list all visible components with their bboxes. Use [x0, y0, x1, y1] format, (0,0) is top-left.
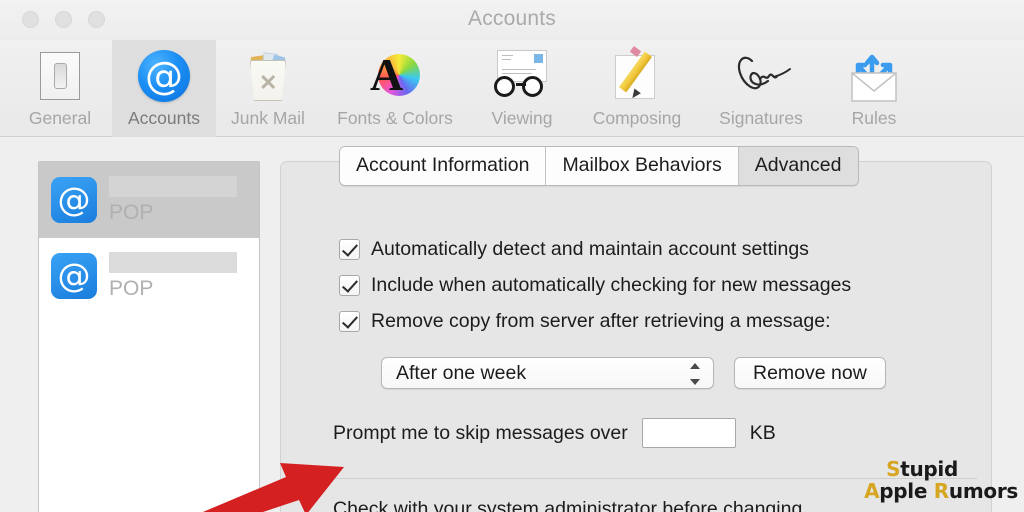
skip-messages-row: Prompt me to skip messages over KB — [333, 418, 776, 448]
watermark-line-1: Stupid — [864, 458, 1018, 480]
tab-account-information[interactable]: Account Information — [340, 147, 547, 185]
remove-copy-from-server-checkbox[interactable] — [339, 311, 360, 332]
toolbar-item-general[interactable]: General — [8, 40, 112, 137]
toolbar-label-signatures: Signatures — [719, 108, 803, 128]
skip-messages-label: Prompt me to skip messages over — [333, 421, 628, 444]
toolbar-item-junk-mail[interactable]: ✕ Junk Mail — [216, 40, 320, 137]
chevron-updown-icon — [689, 363, 701, 385]
remove-copy-from-server-row[interactable]: Remove copy from server after retrieving… — [339, 310, 851, 333]
watermark-rest-rumors: umors — [948, 479, 1018, 503]
preferences-toolbar: General @ Accounts ✕ Junk Mail A Fonts &… — [0, 40, 1024, 137]
watermark-cap-s: S — [886, 457, 901, 481]
account-name-redacted — [109, 251, 237, 273]
remove-copy-from-server-label: Remove copy from server after retrieving… — [371, 310, 831, 332]
account-name-redacted — [109, 175, 237, 197]
notepad-pencil-icon — [599, 45, 675, 107]
toolbar-label-accounts: Accounts — [128, 108, 200, 128]
toolbar-label-fonts-colors: Fonts & Colors — [337, 108, 453, 128]
toolbar-label-composing: Composing — [592, 108, 682, 128]
toolbar-item-rules[interactable]: Rules — [822, 40, 926, 137]
trash-can-icon: ✕ — [230, 45, 306, 107]
toolbar-label-rules: Rules — [851, 108, 897, 128]
window-titlebar: Accounts — [0, 0, 1024, 40]
toolbar-item-viewing[interactable]: Viewing — [470, 40, 574, 137]
account-row[interactable]: @ POP — [39, 162, 259, 238]
skip-messages-size-input[interactable] — [641, 418, 736, 448]
at-sign-icon: @ — [126, 45, 202, 107]
watermark-cap-a: A — [864, 479, 880, 503]
auto-detect-settings-label: Automatically detect and maintain accoun… — [371, 238, 809, 260]
watermark-rest-apple: pple — [879, 479, 928, 503]
admin-footnote: Check with your system administrator bef… — [333, 498, 803, 512]
toolbar-label-junk-mail: Junk Mail — [231, 108, 305, 128]
account-protocol: POP — [109, 200, 154, 224]
toolbar-item-signatures[interactable]: Signatures — [700, 40, 822, 137]
detail-tab-bar: Account Information Mailbox Behaviors Ad… — [339, 146, 859, 186]
toolbar-item-composing[interactable]: Composing — [574, 40, 700, 137]
at-sign-icon: @ — [51, 177, 97, 223]
remove-now-button[interactable]: Remove now — [734, 357, 886, 389]
removal-schedule-dropdown[interactable]: After one week — [381, 357, 714, 389]
preferences-body: @ POP @ POP Account Information Mailbox … — [0, 137, 1024, 512]
watermark-rest-stupid: tupid — [900, 457, 958, 481]
watermark: Stupid Apple Rumors — [864, 458, 1018, 502]
watermark-cap-r: R — [933, 479, 949, 503]
auto-detect-settings-checkbox[interactable] — [339, 239, 360, 260]
toolbar-label-viewing: Viewing — [491, 108, 553, 128]
advanced-options: Automatically detect and maintain accoun… — [339, 238, 851, 346]
auto-detect-settings-row[interactable]: Automatically detect and maintain accoun… — [339, 238, 851, 261]
toolbar-item-fonts-colors[interactable]: A Fonts & Colors — [320, 40, 470, 137]
toolbar-label-general: General — [28, 108, 92, 128]
include-auto-check-label: Include when automatically checking for … — [371, 274, 852, 296]
account-protocol: POP — [109, 276, 154, 300]
skip-messages-unit-label: KB — [749, 421, 776, 444]
removal-schedule-value: After one week — [396, 362, 527, 384]
account-row[interactable]: @ POP — [39, 238, 259, 314]
include-auto-check-checkbox[interactable] — [339, 275, 360, 296]
watermark-line-2: Apple Rumors — [864, 480, 1018, 502]
general-switch-icon — [22, 45, 98, 107]
preferences-window: Accounts General @ Accounts ✕ Junk Mail — [0, 0, 1024, 512]
at-sign-icon: @ — [51, 253, 97, 299]
envelope-arrows-icon — [836, 45, 912, 107]
window-title: Accounts — [468, 7, 556, 30]
accounts-list[interactable]: @ POP @ POP — [38, 161, 260, 512]
tab-mailbox-behaviors[interactable]: Mailbox Behaviors — [546, 147, 739, 185]
toolbar-item-accounts[interactable]: @ Accounts — [112, 40, 216, 137]
removal-schedule-row: After one week Remove now — [381, 357, 886, 389]
signature-icon — [723, 45, 799, 107]
include-auto-check-row[interactable]: Include when automatically checking for … — [339, 274, 851, 297]
envelope-glasses-icon — [484, 45, 560, 107]
font-color-wheel-icon: A — [357, 45, 433, 107]
tab-advanced[interactable]: Advanced — [738, 147, 858, 185]
